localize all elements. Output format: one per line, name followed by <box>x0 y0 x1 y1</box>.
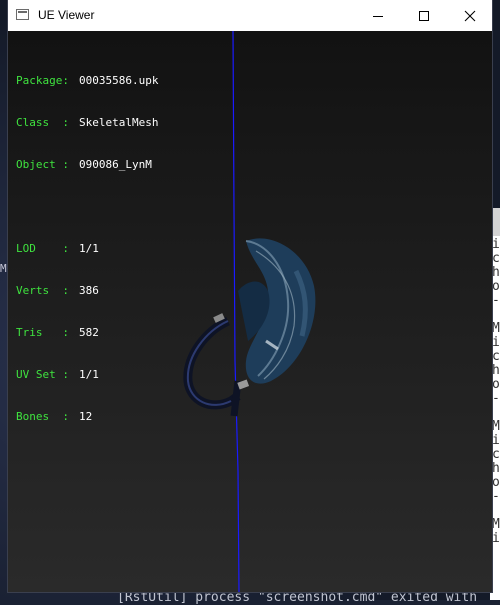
info-tris-row: Tris : 582 <box>16 326 158 340</box>
info-package-row: Package: 00035586.upk <box>16 74 158 88</box>
info-object-value: 090086_LynM <box>79 158 152 171</box>
background-console-status-text: [RstUtil] process "screenshot.cmd" exite… <box>117 590 478 605</box>
info-lod-value: 1/1 <box>79 242 99 255</box>
info-package-value: 00035586.upk <box>79 74 159 87</box>
title-bar[interactable]: UE Viewer <box>8 0 492 31</box>
window-title: UE Viewer <box>38 8 95 22</box>
ue-viewer-window: UE Viewer Package: 00035586.upk Class: … <box>8 0 492 592</box>
info-tris-label: Tris : <box>16 326 69 339</box>
close-button[interactable] <box>447 0 493 31</box>
info-bones-row: Bones : 12 <box>16 410 158 424</box>
info-object-row: Object : 090086_LynM <box>16 158 158 172</box>
minimize-button[interactable] <box>355 0 401 31</box>
mesh-info-panel: Package: 00035586.upk Class : SkeletalMesh… <box>16 46 158 452</box>
maximize-icon <box>419 10 429 21</box>
info-uvset-value: 1/1 <box>79 368 99 381</box>
maximize-button[interactable] <box>401 0 447 31</box>
info-tris-value: 582 <box>79 326 99 339</box>
info-class-label: Class : <box>16 116 69 129</box>
background-console-scrollbar <box>492 208 500 236</box>
info-class-row: Class : SkeletalMesh <box>16 116 158 130</box>
close-icon <box>464 10 476 21</box>
info-bones-label: Bones : <box>16 410 69 423</box>
skeletal-mesh-model <box>183 238 316 417</box>
info-lod-label: LOD : <box>16 242 69 255</box>
info-uvset-row: UV Set : 1/1 <box>16 368 158 382</box>
minimize-icon <box>373 15 383 17</box>
info-verts-label: Verts : <box>16 284 69 297</box>
app-window-icon <box>16 9 29 20</box>
info-verts-value: 386 <box>79 284 99 297</box>
background-console-text: i c h o - M i c h o - M i c h o - M i <box>492 237 500 546</box>
info-bones-value: 12 <box>79 410 93 423</box>
info-object-label: Object : <box>16 158 69 171</box>
info-lod-row: LOD : 1/1 <box>16 242 158 256</box>
info-package-label: Package: <box>16 74 69 87</box>
background-text-fragment: M <box>0 262 7 275</box>
info-uvset-label: UV Set : <box>16 368 69 381</box>
info-class-value: SkeletalMesh <box>79 116 159 129</box>
info-verts-row: Verts : 386 <box>16 284 158 298</box>
3d-viewport[interactable]: Package: 00035586.upk Class : SkeletalMesh… <box>8 31 492 592</box>
